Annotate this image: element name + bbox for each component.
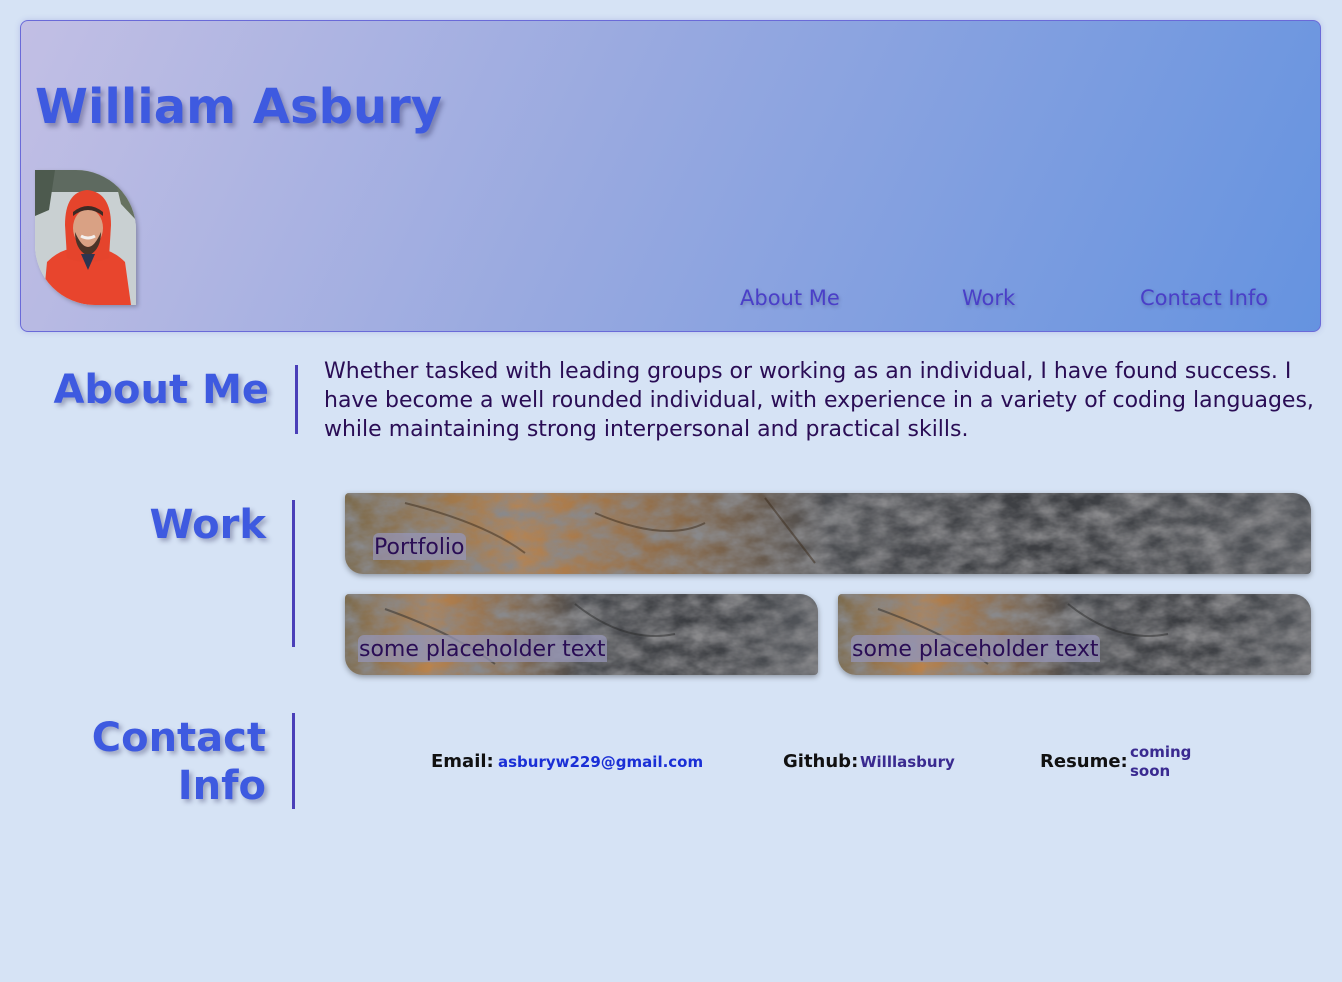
email-label: Email: [431, 751, 494, 772]
work-card-portfolio[interactable]: Portfolio [345, 493, 1311, 574]
resume-label: Resume: [1040, 751, 1128, 772]
github-label: Github: [783, 751, 859, 772]
work-card-2[interactable]: some placeholder text [838, 594, 1311, 675]
contact-heading-line2: Info [177, 763, 266, 809]
rock-image-icon [345, 493, 1311, 574]
avatar [35, 170, 136, 305]
work-card-1[interactable]: some placeholder text [345, 594, 818, 675]
email-link[interactable]: asburyw229@gmail.com [498, 753, 703, 771]
github-link[interactable]: Willlasbury [860, 753, 955, 771]
resume-value-line1: coming [1130, 743, 1192, 761]
work-heading: Work [149, 502, 266, 548]
site-title: William Asbury [35, 79, 443, 135]
contact-heading: Contact Info [20, 714, 266, 810]
about-text: Whether tasked with leading groups or wo… [324, 359, 1314, 442]
nav-contact-info[interactable]: Contact Info [1140, 286, 1268, 310]
nav-about-me[interactable]: About Me [740, 286, 840, 310]
contact-heading-line1: Contact [91, 715, 266, 761]
profile-photo-icon [35, 170, 136, 305]
contact-divider [292, 713, 295, 809]
card-label: some placeholder text [358, 635, 607, 662]
resume-value-line2: soon [1130, 762, 1171, 780]
nav-work[interactable]: Work [962, 286, 1015, 310]
site-header: William Asbury About Me Work Contact Inf… [20, 20, 1321, 332]
work-divider [292, 500, 295, 647]
about-heading: About Me [53, 367, 269, 413]
about-divider [295, 365, 298, 434]
card-label: some placeholder text [851, 635, 1100, 662]
card-label: Portfolio [373, 533, 466, 560]
resume-link[interactable]: coming soon [1130, 743, 1191, 781]
